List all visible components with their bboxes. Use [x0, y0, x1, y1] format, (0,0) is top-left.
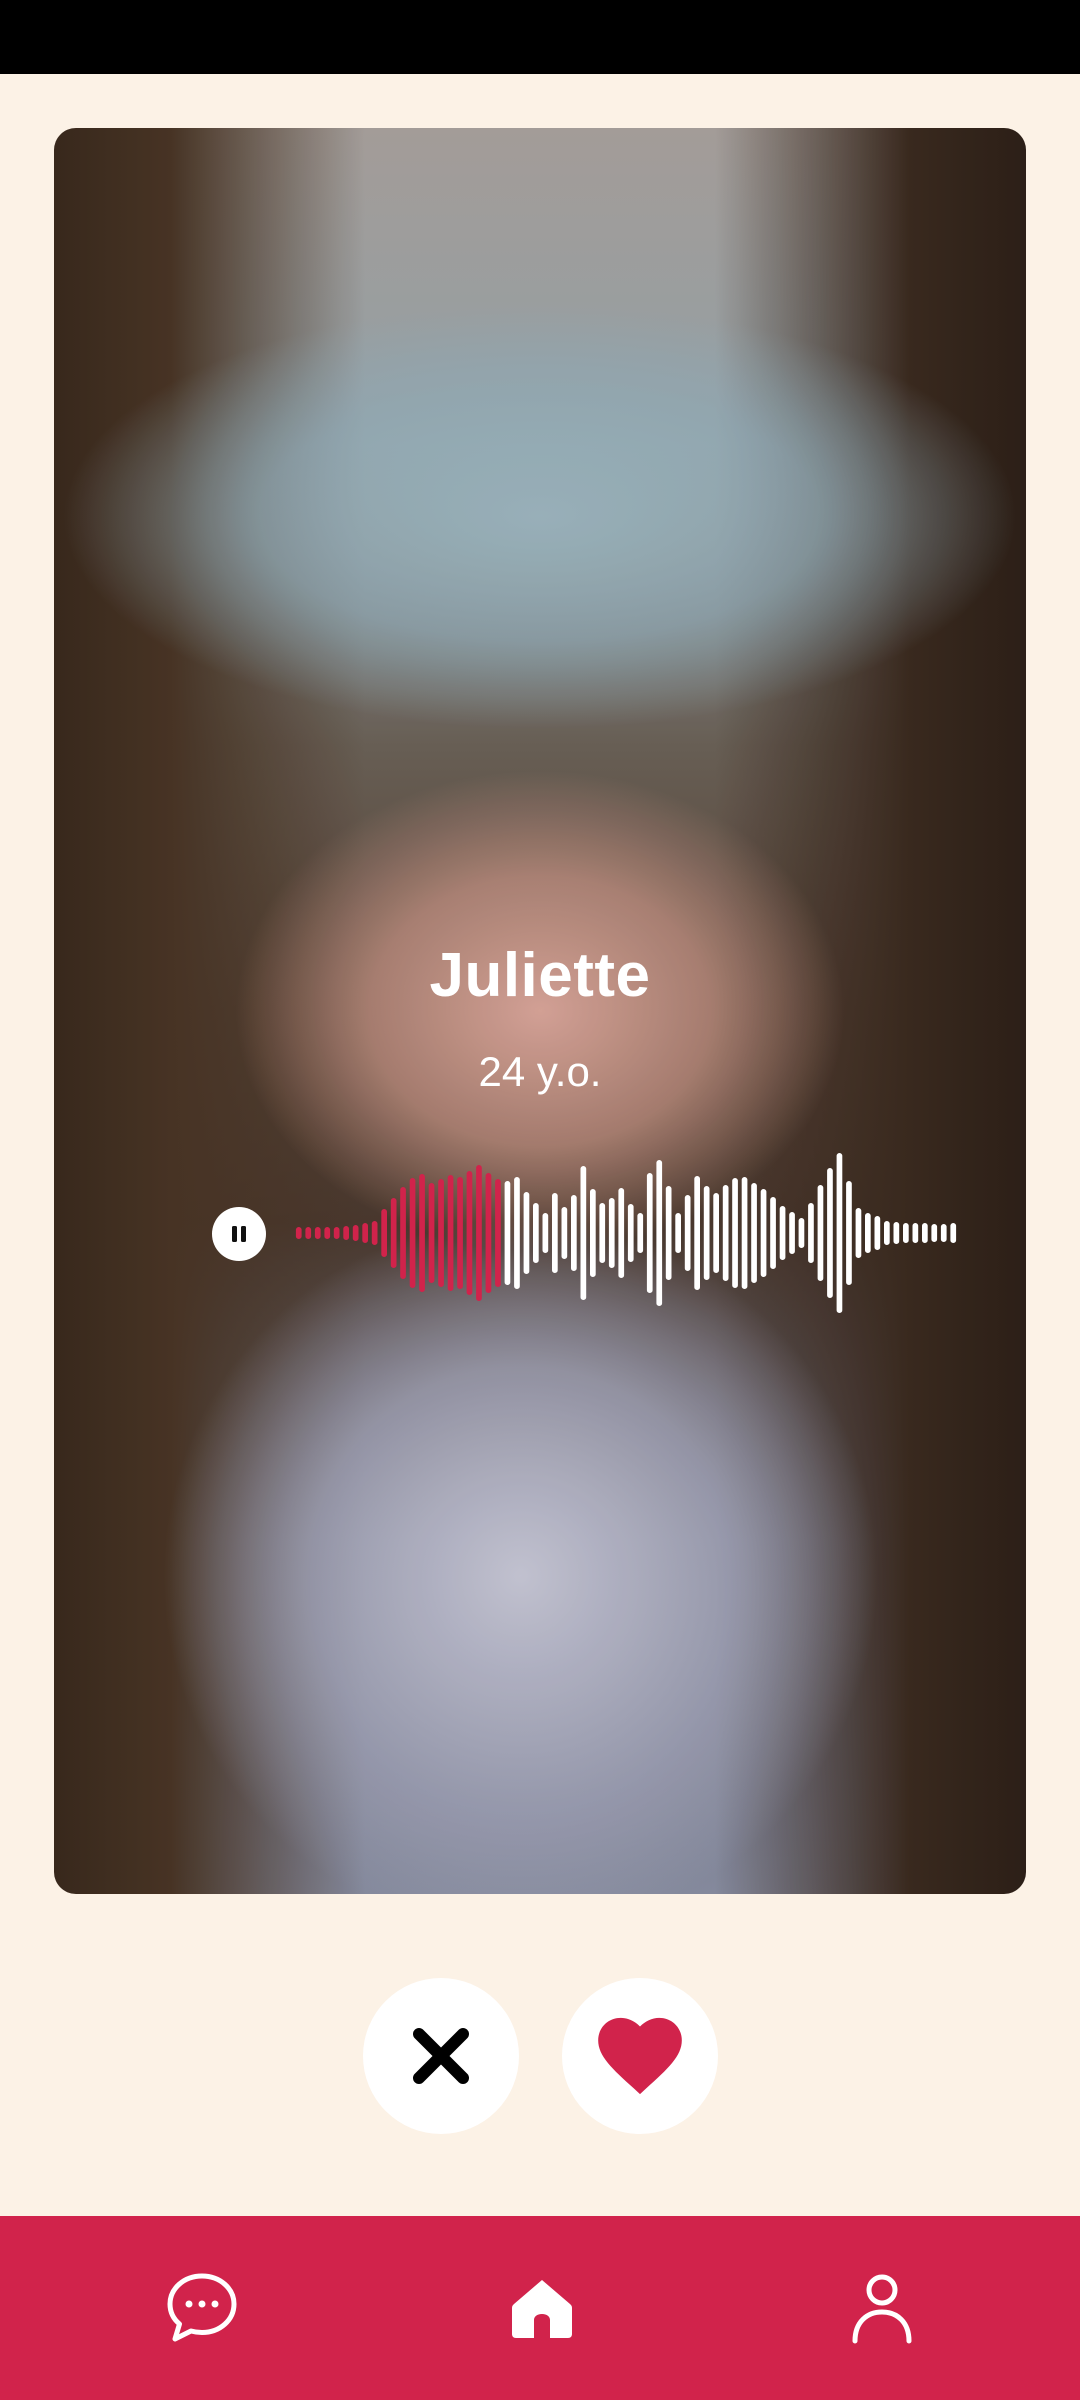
waveform-bar-played — [495, 1179, 501, 1287]
bottom-navigation — [0, 2216, 1080, 2400]
waveform-bar-unplayed — [846, 1181, 852, 1285]
waveform-bar-played — [428, 1183, 435, 1283]
home-icon — [512, 2280, 572, 2338]
waveform-bar-unplayed — [817, 1185, 824, 1281]
waveform-bar-played — [314, 1227, 321, 1239]
waveform-bar-unplayed — [675, 1213, 681, 1253]
waveform-bar-unplayed — [571, 1195, 577, 1271]
waveform-bar-played — [305, 1227, 312, 1239]
waveform-bar-played — [324, 1227, 331, 1239]
waveform-bar-unplayed — [789, 1212, 795, 1254]
waveform-bar-played — [419, 1174, 425, 1292]
waveform-bar-unplayed — [713, 1193, 719, 1273]
waveform-bar-unplayed — [590, 1189, 596, 1277]
waveform-bar-unplayed — [874, 1216, 881, 1250]
waveform-bar-unplayed — [722, 1185, 729, 1281]
waveform-bar-unplayed — [865, 1213, 871, 1253]
waveform-bar-unplayed — [903, 1223, 909, 1243]
waveform-bar-unplayed — [646, 1173, 653, 1293]
waveform-bar-played — [400, 1187, 406, 1279]
waveform-bar-unplayed — [770, 1197, 776, 1269]
heart-icon — [598, 2017, 682, 2095]
waveform-bar-unplayed — [760, 1189, 767, 1277]
waveform-bar-unplayed — [741, 1177, 748, 1289]
waveform-bar-unplayed — [533, 1203, 539, 1263]
waveform-bar-unplayed — [504, 1181, 511, 1285]
waveform-bar-played — [295, 1227, 302, 1239]
waveform-bar-played — [371, 1221, 378, 1245]
waveform-bar-unplayed — [855, 1208, 862, 1258]
like-button[interactable] — [562, 1978, 718, 2134]
waveform-bar-unplayed — [514, 1177, 520, 1289]
waveform-bar-unplayed — [940, 1224, 947, 1242]
waveform-bar-unplayed — [922, 1223, 928, 1243]
waveform-bar-unplayed — [561, 1207, 568, 1259]
waveform-bar-played — [333, 1227, 340, 1239]
waveform-bar-unplayed — [808, 1203, 814, 1263]
waveform-bar-played — [343, 1226, 349, 1240]
waveform-bar-played — [352, 1225, 359, 1241]
waveform-bar-played — [409, 1178, 416, 1288]
nav-messages[interactable] — [152, 2258, 252, 2358]
dislike-button[interactable] — [363, 1978, 519, 2134]
waveform-bar-played — [466, 1171, 473, 1295]
nav-home[interactable] — [492, 2258, 592, 2358]
waveform-bar-unplayed — [656, 1160, 663, 1306]
chat-icon — [167, 2273, 237, 2342]
waveform-bar-unplayed — [608, 1198, 615, 1268]
waveform-bar-unplayed — [893, 1222, 900, 1244]
waveform-bar-played — [390, 1198, 397, 1268]
waveform-bar-unplayed — [599, 1203, 606, 1263]
waveform-bar-unplayed — [523, 1192, 530, 1274]
waveform-bar-unplayed — [637, 1213, 644, 1253]
waveform-bar-unplayed — [798, 1218, 805, 1248]
voice-note-player — [158, 1128, 958, 1338]
waveform-bar-unplayed — [684, 1195, 691, 1271]
waveform-bar-unplayed — [836, 1153, 843, 1313]
pause-icon — [232, 1226, 246, 1242]
pause-button[interactable] — [212, 1207, 266, 1261]
status-bar — [0, 0, 1080, 74]
waveform-bar-unplayed — [931, 1224, 938, 1242]
waveform-bar-unplayed — [694, 1176, 700, 1290]
waveform-bar-unplayed — [884, 1221, 890, 1245]
profile-age: 24 y.o. — [478, 1048, 602, 1095]
waveform-bar-unplayed — [542, 1213, 549, 1253]
nav-profile[interactable] — [832, 2258, 932, 2358]
waveform-bar-played — [447, 1175, 454, 1291]
waveform-bar-played — [362, 1223, 368, 1243]
waveform-bar-unplayed — [779, 1206, 786, 1260]
waveform-bar-played — [485, 1173, 492, 1293]
audio-waveform[interactable] — [294, 1128, 958, 1338]
waveform-bar-unplayed — [665, 1186, 672, 1280]
waveform-bar-played — [476, 1165, 482, 1301]
waveform-bar-unplayed — [827, 1168, 833, 1298]
waveform-bar-unplayed — [950, 1223, 957, 1243]
waveform-bar-unplayed — [627, 1204, 634, 1262]
waveform-bar-unplayed — [552, 1193, 558, 1273]
waveform-bar-played — [381, 1209, 387, 1257]
waveform-bar-unplayed — [618, 1188, 625, 1278]
waveform-bar-unplayed — [751, 1183, 757, 1283]
profile-name: Juliette — [429, 941, 651, 1010]
person-icon — [852, 2274, 912, 2344]
waveform-bar-played — [457, 1177, 463, 1289]
profile-photo — [54, 128, 1026, 1894]
waveform-bar-unplayed — [732, 1178, 738, 1288]
waveform-bar-unplayed — [703, 1186, 710, 1280]
waveform-bar-unplayed — [912, 1223, 919, 1243]
profile-card[interactable]: Juliette 24 y.o. — [54, 128, 1026, 1894]
waveform-bar-unplayed — [580, 1166, 587, 1300]
close-icon — [413, 2028, 469, 2084]
waveform-bar-played — [438, 1179, 444, 1287]
